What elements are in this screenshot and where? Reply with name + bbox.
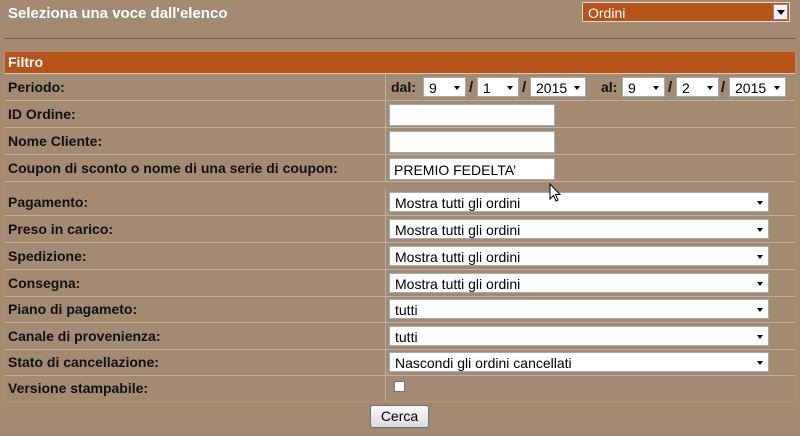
- divider: [4, 38, 796, 39]
- filter-row-printable: Versione stampabile:: [5, 375, 795, 401]
- filter-row-cancellation-status: Stato di cancellazione: Nascondi gli ord…: [5, 349, 795, 376]
- printable-checkbox[interactable]: [394, 381, 405, 392]
- filter-panel: Filtro Periodo: dal: 9 / 1 / 2015 al: 9 …: [4, 51, 796, 402]
- chevron-down-icon: [757, 361, 763, 365]
- top-bar: Seleziona una voce dall'elenco Ordini: [0, 0, 800, 28]
- chevron-down-icon: [774, 86, 780, 90]
- filter-row-shipping: Spedizione: Mostra tutti gli ordini: [5, 243, 795, 270]
- customer-name-label: Nome Cliente:: [8, 133, 103, 149]
- chevron-down-icon: [757, 201, 763, 205]
- filter-row-payment-plan: Piano di pagameto: tutti: [5, 296, 795, 323]
- customer-name-input[interactable]: [389, 131, 555, 153]
- filter-row-customer-name: Nome Cliente:: [5, 128, 795, 155]
- payment-plan-select[interactable]: tutti: [389, 299, 769, 319]
- from-year-select[interactable]: 2015: [530, 77, 586, 97]
- order-id-label: ID Ordine:: [8, 106, 76, 122]
- chevron-down-icon: [757, 282, 763, 286]
- filter-row-period: Periodo: dal: 9 / 1 / 2015 al: 9 / 2 / 2…: [5, 74, 795, 101]
- shipping-select[interactable]: Mostra tutti gli ordini: [389, 246, 769, 266]
- source-channel-label: Canale di provenienza:: [8, 328, 161, 344]
- search-button[interactable]: Cerca: [370, 405, 429, 428]
- chevron-down-icon: [757, 308, 763, 312]
- filter-row-payment: Pagamento: Mostra tutti gli ordini: [5, 189, 795, 216]
- chevron-down-icon: [507, 86, 513, 90]
- shipping-label: Spedizione:: [8, 248, 87, 264]
- filter-row-taken-charge: Preso in carico: Mostra tutti gli ordini: [5, 216, 795, 243]
- to-month-select[interactable]: 2: [676, 77, 719, 97]
- chevron-down-icon: [653, 86, 659, 90]
- period-to-label: al:: [601, 79, 618, 95]
- section-select[interactable]: Ordini: [582, 2, 790, 22]
- coupon-label: Coupon di sconto o nome di una serie di …: [8, 160, 338, 176]
- chevron-down-icon: [454, 86, 460, 90]
- taken-charge-label: Preso in carico:: [8, 221, 114, 237]
- filter-panel-title: Filtro: [8, 54, 43, 70]
- chevron-down-icon[interactable]: [773, 4, 788, 20]
- chevron-down-icon: [707, 86, 713, 90]
- source-channel-select[interactable]: tutti: [389, 326, 769, 346]
- from-month-select[interactable]: 1: [477, 77, 519, 97]
- filter-row-delivery: Consegna: Mostra tutti gli ordini: [5, 270, 795, 297]
- to-day-select[interactable]: 9: [622, 77, 665, 97]
- page-title: Seleziona una voce dall'elenco: [8, 5, 228, 22]
- chevron-down-icon: [757, 335, 763, 339]
- printable-label: Versione stampabile:: [8, 380, 149, 396]
- taken-charge-select[interactable]: Mostra tutti gli ordini: [389, 219, 769, 239]
- chevron-down-icon: [574, 86, 580, 90]
- filter-row-coupon: Coupon di sconto o nome di una serie di …: [5, 155, 795, 182]
- cancellation-status-select[interactable]: Nascondi gli ordini cancellati: [389, 352, 769, 372]
- section-select-value: Ordini: [588, 5, 626, 21]
- delivery-label: Consegna:: [8, 275, 81, 291]
- payment-select[interactable]: Mostra tutti gli ordini: [389, 192, 769, 212]
- period-from-label: dal:: [391, 79, 416, 95]
- filter-panel-header: Filtro: [5, 52, 795, 74]
- chevron-down-icon: [757, 255, 763, 259]
- payment-plan-label: Piano di pagameto:: [8, 301, 138, 317]
- payment-label: Pagamento:: [8, 194, 89, 210]
- from-day-select[interactable]: 9: [423, 77, 466, 97]
- to-year-select[interactable]: 2015: [729, 77, 786, 97]
- coupon-input[interactable]: PREMIO FEDELTA’: [389, 158, 555, 180]
- delivery-select[interactable]: Mostra tutti gli ordini: [389, 273, 769, 293]
- mouse-cursor-icon: [549, 183, 562, 202]
- order-id-input[interactable]: [389, 104, 555, 126]
- period-label: Periodo:: [8, 79, 65, 95]
- filter-row-order-id: ID Ordine:: [5, 101, 795, 128]
- cancellation-status-label: Stato di cancellazione:: [8, 354, 159, 370]
- chevron-down-icon: [757, 228, 763, 232]
- filter-row-source-channel: Canale di provenienza: tutti: [5, 323, 795, 350]
